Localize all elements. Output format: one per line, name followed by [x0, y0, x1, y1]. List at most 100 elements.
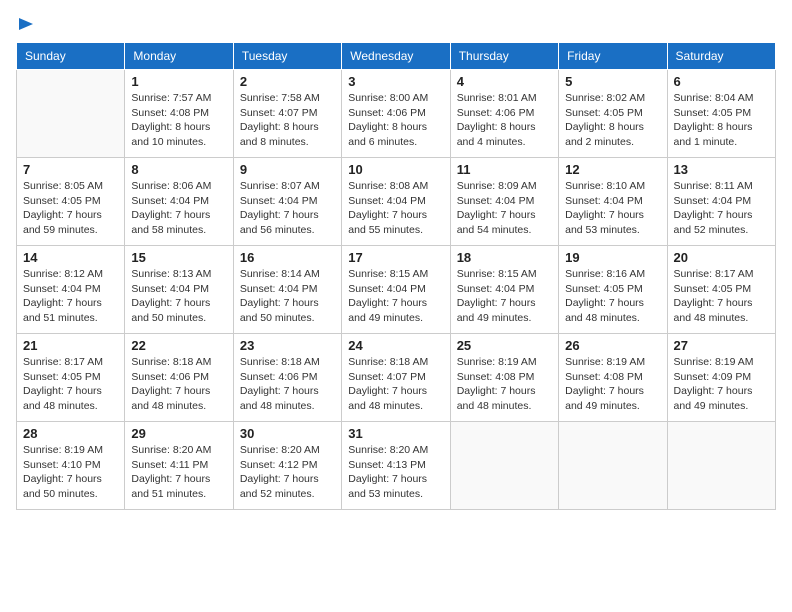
day-info: Sunrise: 8:20 AMSunset: 4:11 PMDaylight:… — [131, 443, 226, 502]
day-number: 16 — [240, 250, 335, 265]
day-number: 9 — [240, 162, 335, 177]
day-number: 30 — [240, 426, 335, 441]
calendar-cell: 4Sunrise: 8:01 AMSunset: 4:06 PMDaylight… — [450, 70, 558, 158]
day-number: 28 — [23, 426, 118, 441]
day-number: 20 — [674, 250, 769, 265]
day-info: Sunrise: 8:10 AMSunset: 4:04 PMDaylight:… — [565, 179, 660, 238]
calendar-cell: 10 Sunrise: 8:08 AMSunset: 4:04 PMDayligh… — [342, 158, 450, 246]
day-number: 26 — [565, 338, 660, 353]
calendar-cell: 24Sunrise: 8:18 AMSunset: 4:07 PMDayligh… — [342, 334, 450, 422]
day-info: Sunrise: 8:04 AMSunset: 4:05 PMDaylight:… — [674, 91, 769, 150]
day-number: 7 — [23, 162, 118, 177]
day-info: Sunrise: 8:20 AMSunset: 4:13 PMDaylight:… — [348, 443, 443, 502]
weekday-header: Wednesday — [342, 43, 450, 70]
day-number: 1 — [131, 74, 226, 89]
day-info: Sunrise: 7:57 AMSunset: 4:08 PMDaylight:… — [131, 91, 226, 150]
day-info: Sunrise: 8:17 AMSunset: 4:05 PMDaylight:… — [674, 267, 769, 326]
calendar-cell: 21Sunrise: 8:17 AMSunset: 4:05 PMDayligh… — [17, 334, 125, 422]
calendar-cell: 29 Sunrise: 8:20 AMSunset: 4:11 PMDayligh… — [125, 422, 233, 510]
calendar-cell: 18 Sunrise: 8:15 AMSunset: 4:04 PMDayligh… — [450, 246, 558, 334]
logo — [16, 16, 35, 34]
weekday-header: Sunday — [17, 43, 125, 70]
calendar-cell: 15 Sunrise: 8:13 AMSunset: 4:04 PMDayligh… — [125, 246, 233, 334]
day-info: Sunrise: 8:01 AMSunset: 4:06 PMDaylight:… — [457, 91, 552, 150]
calendar-table: SundayMondayTuesdayWednesdayThursdayFrid… — [16, 42, 776, 510]
weekday-header: Saturday — [667, 43, 775, 70]
calendar-cell: 27 Sunrise: 8:19 AMSunset: 4:09 PMDayligh… — [667, 334, 775, 422]
calendar-cell: 8 Sunrise: 8:06 AMSunset: 4:04 PMDaylight… — [125, 158, 233, 246]
day-info: Sunrise: 8:13 AMSunset: 4:04 PMDaylight:… — [131, 267, 226, 326]
day-info: Sunrise: 8:14 AMSunset: 4:04 PMDaylight:… — [240, 267, 335, 326]
calendar-cell: 14Sunrise: 8:12 AMSunset: 4:04 PMDayligh… — [17, 246, 125, 334]
calendar-cell: 3 Sunrise: 8:00 AMSunset: 4:06 PMDaylight… — [342, 70, 450, 158]
calendar-cell: 30Sunrise: 8:20 AMSunset: 4:12 PMDayligh… — [233, 422, 341, 510]
calendar-week-row: 21Sunrise: 8:17 AMSunset: 4:05 PMDayligh… — [17, 334, 776, 422]
calendar-cell: 9 Sunrise: 8:07 AMSunset: 4:04 PMDaylight… — [233, 158, 341, 246]
calendar-cell — [17, 70, 125, 158]
day-number: 24 — [348, 338, 443, 353]
logo-flag-icon — [17, 16, 35, 36]
calendar-cell: 20 Sunrise: 8:17 AMSunset: 4:05 PMDayligh… — [667, 246, 775, 334]
day-info: Sunrise: 7:58 AMSunset: 4:07 PMDaylight:… — [240, 91, 335, 150]
day-number: 11 — [457, 162, 552, 177]
day-number: 6 — [674, 74, 769, 89]
calendar-week-row: 28 Sunrise: 8:19 AMSunset: 4:10 PMDayligh… — [17, 422, 776, 510]
day-number: 29 — [131, 426, 226, 441]
day-number: 25 — [457, 338, 552, 353]
day-number: 10 — [348, 162, 443, 177]
day-number: 17 — [348, 250, 443, 265]
calendar-cell: 16 Sunrise: 8:14 AMSunset: 4:04 PMDayligh… — [233, 246, 341, 334]
day-number: 3 — [348, 74, 443, 89]
calendar-week-row: 7Sunrise: 8:05 AMSunset: 4:05 PMDaylight… — [17, 158, 776, 246]
calendar-week-row: 14Sunrise: 8:12 AMSunset: 4:04 PMDayligh… — [17, 246, 776, 334]
calendar-cell — [559, 422, 667, 510]
day-number: 12 — [565, 162, 660, 177]
calendar-cell: 26 Sunrise: 8:19 AMSunset: 4:08 PMDayligh… — [559, 334, 667, 422]
day-number: 22 — [131, 338, 226, 353]
weekday-header: Thursday — [450, 43, 558, 70]
day-info: Sunrise: 8:19 AMSunset: 4:10 PMDaylight:… — [23, 443, 118, 502]
calendar-cell — [667, 422, 775, 510]
day-number: 2 — [240, 74, 335, 89]
calendar-cell — [450, 422, 558, 510]
calendar-cell: 2 Sunrise: 7:58 AMSunset: 4:07 PMDaylight… — [233, 70, 341, 158]
day-info: Sunrise: 8:02 AMSunset: 4:05 PMDaylight:… — [565, 91, 660, 150]
day-info: Sunrise: 8:11 AMSunset: 4:04 PMDaylight:… — [674, 179, 769, 238]
day-info: Sunrise: 8:18 AMSunset: 4:06 PMDaylight:… — [240, 355, 335, 414]
calendar-cell: 12 Sunrise: 8:10 AMSunset: 4:04 PMDayligh… — [559, 158, 667, 246]
calendar-cell: 17 Sunrise: 8:15 AMSunset: 4:04 PMDayligh… — [342, 246, 450, 334]
day-info: Sunrise: 8:15 AMSunset: 4:04 PMDaylight:… — [348, 267, 443, 326]
day-info: Sunrise: 8:15 AMSunset: 4:04 PMDaylight:… — [457, 267, 552, 326]
day-info: Sunrise: 8:06 AMSunset: 4:04 PMDaylight:… — [131, 179, 226, 238]
day-number: 15 — [131, 250, 226, 265]
day-info: Sunrise: 8:08 AMSunset: 4:04 PMDaylight:… — [348, 179, 443, 238]
day-info: Sunrise: 8:07 AMSunset: 4:04 PMDaylight:… — [240, 179, 335, 238]
calendar-cell: 5 Sunrise: 8:02 AMSunset: 4:05 PMDaylight… — [559, 70, 667, 158]
day-info: Sunrise: 8:09 AMSunset: 4:04 PMDaylight:… — [457, 179, 552, 238]
day-number: 21 — [23, 338, 118, 353]
day-info: Sunrise: 8:19 AMSunset: 4:08 PMDaylight:… — [565, 355, 660, 414]
calendar-cell: 7Sunrise: 8:05 AMSunset: 4:05 PMDaylight… — [17, 158, 125, 246]
day-info: Sunrise: 8:19 AMSunset: 4:08 PMDaylight:… — [457, 355, 552, 414]
day-number: 19 — [565, 250, 660, 265]
day-info: Sunrise: 8:18 AMSunset: 4:06 PMDaylight:… — [131, 355, 226, 414]
day-number: 5 — [565, 74, 660, 89]
calendar-cell: 22 Sunrise: 8:18 AMSunset: 4:06 PMDayligh… — [125, 334, 233, 422]
day-number: 31 — [348, 426, 443, 441]
day-number: 18 — [457, 250, 552, 265]
calendar-cell: 19 Sunrise: 8:16 AMSunset: 4:05 PMDayligh… — [559, 246, 667, 334]
day-info: Sunrise: 8:00 AMSunset: 4:06 PMDaylight:… — [348, 91, 443, 150]
weekday-header-row: SundayMondayTuesdayWednesdayThursdayFrid… — [17, 43, 776, 70]
calendar-cell: 13 Sunrise: 8:11 AMSunset: 4:04 PMDayligh… — [667, 158, 775, 246]
day-number: 8 — [131, 162, 226, 177]
day-info: Sunrise: 8:16 AMSunset: 4:05 PMDaylight:… — [565, 267, 660, 326]
calendar-cell: 25 Sunrise: 8:19 AMSunset: 4:08 PMDayligh… — [450, 334, 558, 422]
weekday-header: Tuesday — [233, 43, 341, 70]
day-info: Sunrise: 8:19 AMSunset: 4:09 PMDaylight:… — [674, 355, 769, 414]
day-number: 23 — [240, 338, 335, 353]
calendar-cell: 28 Sunrise: 8:19 AMSunset: 4:10 PMDayligh… — [17, 422, 125, 510]
day-number: 27 — [674, 338, 769, 353]
calendar-cell: 6 Sunrise: 8:04 AMSunset: 4:05 PMDaylight… — [667, 70, 775, 158]
weekday-header: Monday — [125, 43, 233, 70]
day-number: 13 — [674, 162, 769, 177]
